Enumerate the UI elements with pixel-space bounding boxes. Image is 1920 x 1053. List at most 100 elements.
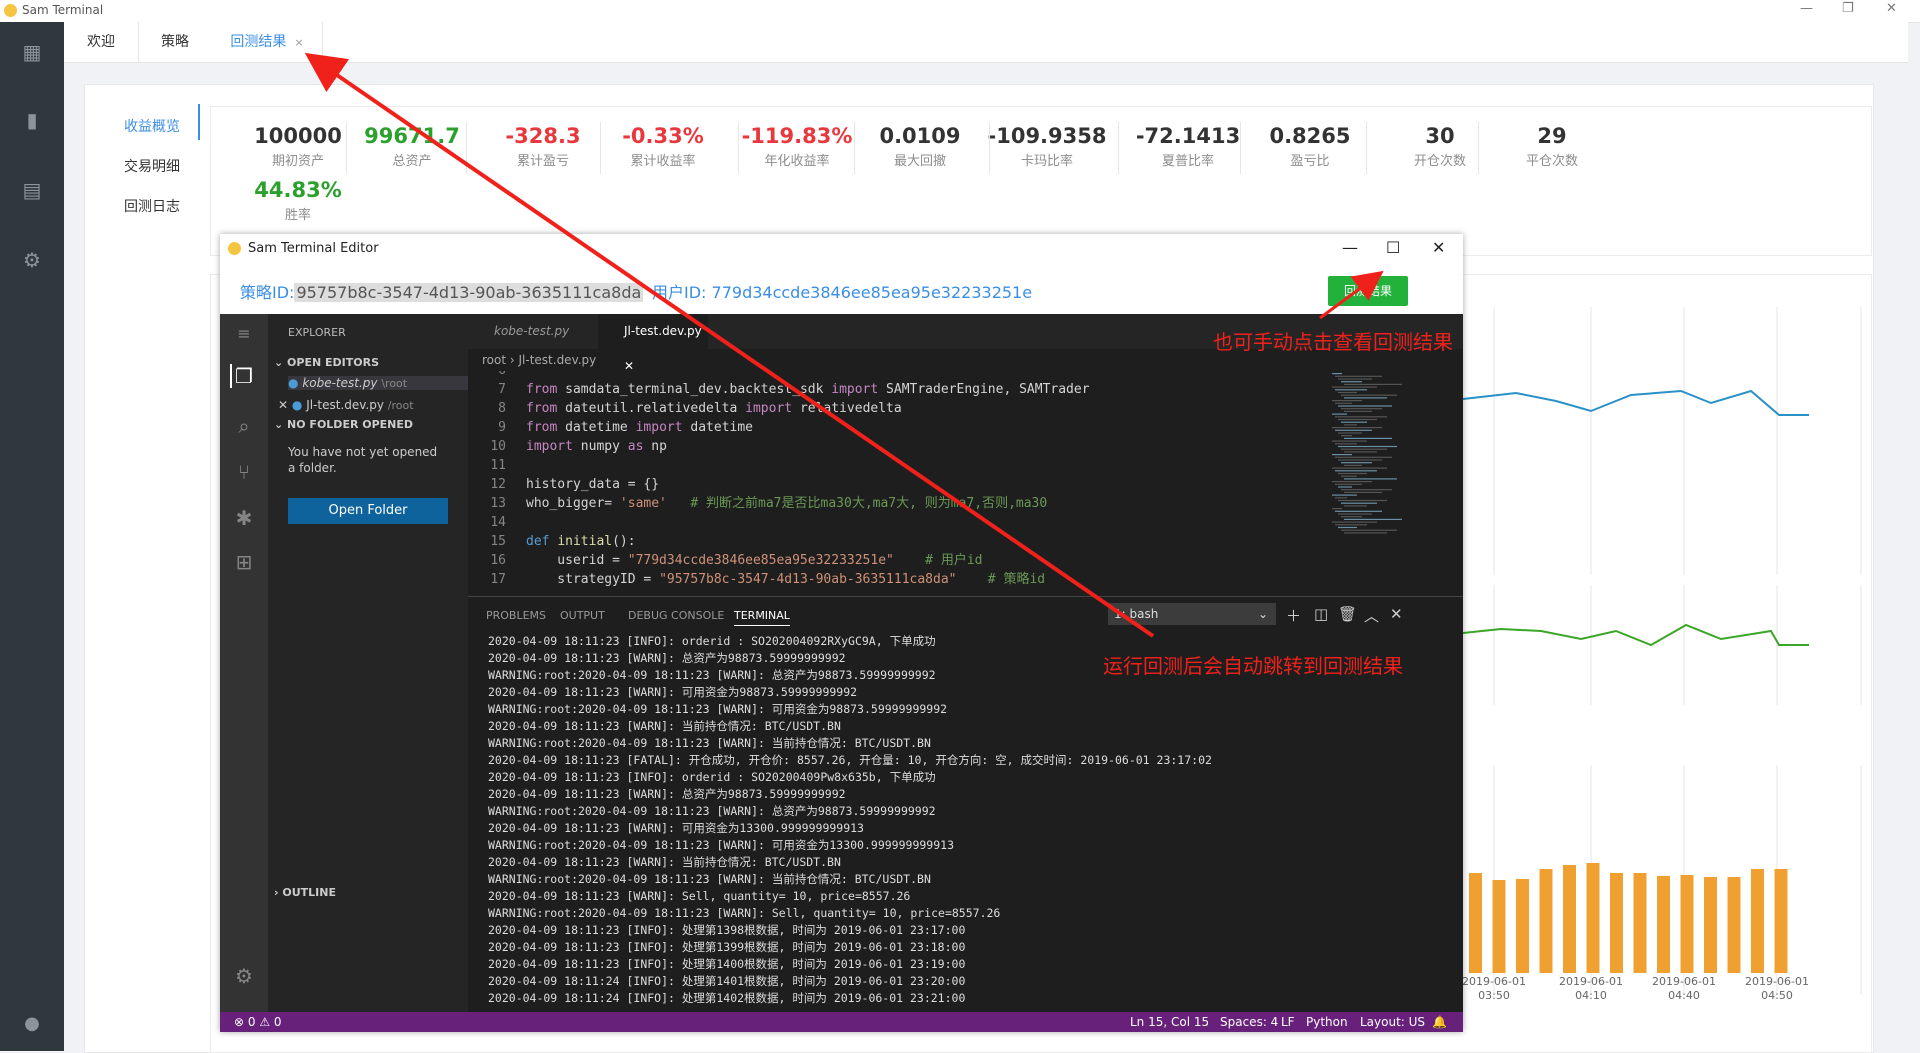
panel-tab-problems[interactable]: PROBLEMS <box>486 609 546 622</box>
editor-tab-jl[interactable]: Jl-test.dev.py ✕ <box>598 314 708 373</box>
stat-value: 29 <box>1537 124 1567 148</box>
stat-separator <box>600 122 601 174</box>
minimap[interactable] <box>1330 371 1414 541</box>
stat-9: 30 开仓次数 <box>1375 124 1505 169</box>
restore-icon[interactable]: ❐ <box>1842 1 1854 16</box>
code-token: from <box>526 420 566 435</box>
minimap-line <box>1341 394 1397 396</box>
user-icon[interactable]: ● <box>20 1012 44 1036</box>
status-bar: ⊗ 0 ⚠ 0 Ln 15, Col 15 Spaces: 4 LF Pytho… <box>220 1012 1463 1032</box>
strategy-id-value[interactable]: 95757b8c-3547-4d13-90ab-3635111ca8da <box>294 283 644 302</box>
minimap-line <box>1344 478 1397 480</box>
nav-trades[interactable]: 交易明细 <box>124 156 204 176</box>
breadcrumb-file[interactable]: Jl-test.dev.py <box>519 353 597 367</box>
split-terminal-icon[interactable]: ◫ <box>1314 605 1328 623</box>
terminal-select[interactable]: 1: bash ⌄ <box>1108 603 1276 625</box>
editor-close-icon[interactable]: ✕ <box>1432 238 1445 257</box>
editor-maximize-icon[interactable]: ☐ <box>1386 238 1400 257</box>
editor-tab-kobe[interactable]: kobe-test.py <box>468 314 598 349</box>
files-icon[interactable]: ❐ <box>230 364 256 388</box>
close-panel-icon[interactable]: ✕ <box>1390 605 1403 623</box>
stat-value: 0.0109 <box>879 124 961 148</box>
minimap-line <box>1335 402 1352 404</box>
status-language[interactable]: Python <box>1306 1012 1348 1032</box>
minimap-line <box>1344 505 1367 507</box>
editor-minimize-icon[interactable]: — <box>1342 238 1358 257</box>
status-eol[interactable]: LF <box>1281 1012 1295 1032</box>
bar <box>1539 869 1553 973</box>
minimap-line <box>1341 462 1372 464</box>
minimap-line <box>1341 448 1387 450</box>
stat-separator <box>1366 122 1367 174</box>
panel-tab-terminal[interactable]: TERMINAL <box>734 609 790 626</box>
terminal-line: 2020-04-09 18:11:24 [INFO]: 处理第1401根数据, … <box>488 974 966 988</box>
minimap-line <box>1338 486 1352 488</box>
code-token: # 策略id <box>987 572 1046 587</box>
stat-separator <box>466 122 467 174</box>
stat-label: 年化收益率 <box>764 154 830 169</box>
extensions-icon[interactable]: ⊞ <box>232 550 256 574</box>
code-token: "779d34ccde3846ee85ea95e32233251e" <box>627 553 894 568</box>
settings-gear-icon[interactable]: ⚙ <box>232 964 256 988</box>
document-icon[interactable]: ▤ <box>20 178 44 202</box>
stat-label: 盈亏比 <box>1290 154 1330 169</box>
menu-icon[interactable]: ≡ <box>232 322 256 346</box>
source-control-icon[interactable]: ⑂ <box>232 460 256 484</box>
explorer-header: EXPLORER <box>288 326 346 339</box>
backtest-result-button[interactable]: 回测结果 <box>1328 276 1408 306</box>
tab-strategy[interactable]: 策略 <box>138 22 213 62</box>
minimap-line <box>1341 435 1352 437</box>
minimap-line <box>1332 400 1362 402</box>
status-layout[interactable]: Layout: US <box>1360 1012 1425 1032</box>
trash-icon[interactable]: 🗑 <box>1338 605 1357 623</box>
stat-3: -0.33% 累计收益率 <box>598 124 728 169</box>
gear-icon[interactable]: ⚙ <box>20 248 44 272</box>
bar <box>1469 873 1482 973</box>
stat-4: -119.83% 年化收益率 <box>732 124 862 169</box>
nav-log[interactable]: 回测日志 <box>124 196 204 216</box>
open-folder-button[interactable]: Open Folder <box>288 498 448 524</box>
problems-count[interactable]: ⊗ 0 ⚠ 0 <box>234 1012 282 1032</box>
grid-icon[interactable]: ▦ <box>20 40 44 64</box>
app-logo-icon <box>4 4 17 17</box>
panel-tab-output[interactable]: OUTPUT <box>560 609 605 622</box>
bell-icon[interactable]: 🔔 <box>1432 1012 1447 1032</box>
status-spaces[interactable]: Spaces: 4 <box>1220 1012 1278 1032</box>
nav-overview[interactable]: 收益概览 <box>124 116 204 136</box>
chevron-down-icon: ⌄ <box>1257 607 1268 621</box>
add-terminal-icon[interactable]: ＋ <box>1286 605 1301 626</box>
minimap-line <box>1335 416 1387 418</box>
chart-icon[interactable]: ▮ <box>20 108 44 132</box>
tab-close-icon[interactable]: × <box>294 36 303 49</box>
no-folder-label: NO FOLDER OPENED <box>287 418 414 431</box>
annotation-auto: 运行回测后会自动跳转到回测结果 <box>1103 654 1403 678</box>
status-cursor[interactable]: Ln 15, Col 15 <box>1130 1012 1209 1032</box>
line-number: 17 <box>490 572 506 587</box>
open-file-2[interactable]: ✕ ● Jl-test.dev.py /root <box>278 398 414 412</box>
terminal-line: 2020-04-09 18:11:23 [WARN]: 当前持仓情况: BTC/… <box>488 719 841 733</box>
minimize-icon[interactable]: — <box>1800 1 1813 16</box>
app-title: Sam Terminal <box>22 3 104 17</box>
open-editors-section[interactable]: ⌄ OPEN EDITORS <box>274 356 379 369</box>
terminal-line: WARNING:root:2020-04-09 18:11:23 [WARN]:… <box>488 838 954 852</box>
stat-value: 30 <box>1425 124 1455 148</box>
code-line: 15 def initial(): <box>468 532 635 551</box>
tab-backtest-result[interactable]: 回测结果 × <box>212 22 323 62</box>
outline-section[interactable]: › OUTLINE <box>274 886 336 899</box>
minimap-line <box>1341 421 1367 423</box>
open-file-1[interactable]: ● kobe-test.py \root <box>288 376 468 390</box>
no-folder-section[interactable]: ⌄ NO FOLDER OPENED <box>274 418 413 431</box>
panel-tab-debug-console[interactable]: DEBUG CONSOLE <box>628 609 724 622</box>
breadcrumb-root[interactable]: root <box>482 353 506 367</box>
close-icon[interactable]: ✕ <box>1886 1 1897 16</box>
maximize-panel-icon[interactable]: ︿ <box>1364 605 1379 626</box>
tab-welcome[interactable]: 欢迎 <box>64 22 139 62</box>
bar <box>1586 863 1600 973</box>
x-tick-date: 2019-06-01 <box>1745 975 1809 988</box>
code-editor[interactable]: 6 7 from samdata_terminal_dev.backtest_sdk… <box>468 371 1408 596</box>
search-icon[interactable]: ⌕ <box>232 414 256 438</box>
stat-label: 夏普比率 <box>1161 154 1214 169</box>
debug-icon[interactable]: ✱ <box>232 506 256 530</box>
user-id-value[interactable]: 779d34ccde3846ee85ea95e32233251e <box>712 283 1033 302</box>
terminal-line: 2020-04-09 18:11:23 [INFO]: 处理第1398根数据, … <box>488 923 966 937</box>
